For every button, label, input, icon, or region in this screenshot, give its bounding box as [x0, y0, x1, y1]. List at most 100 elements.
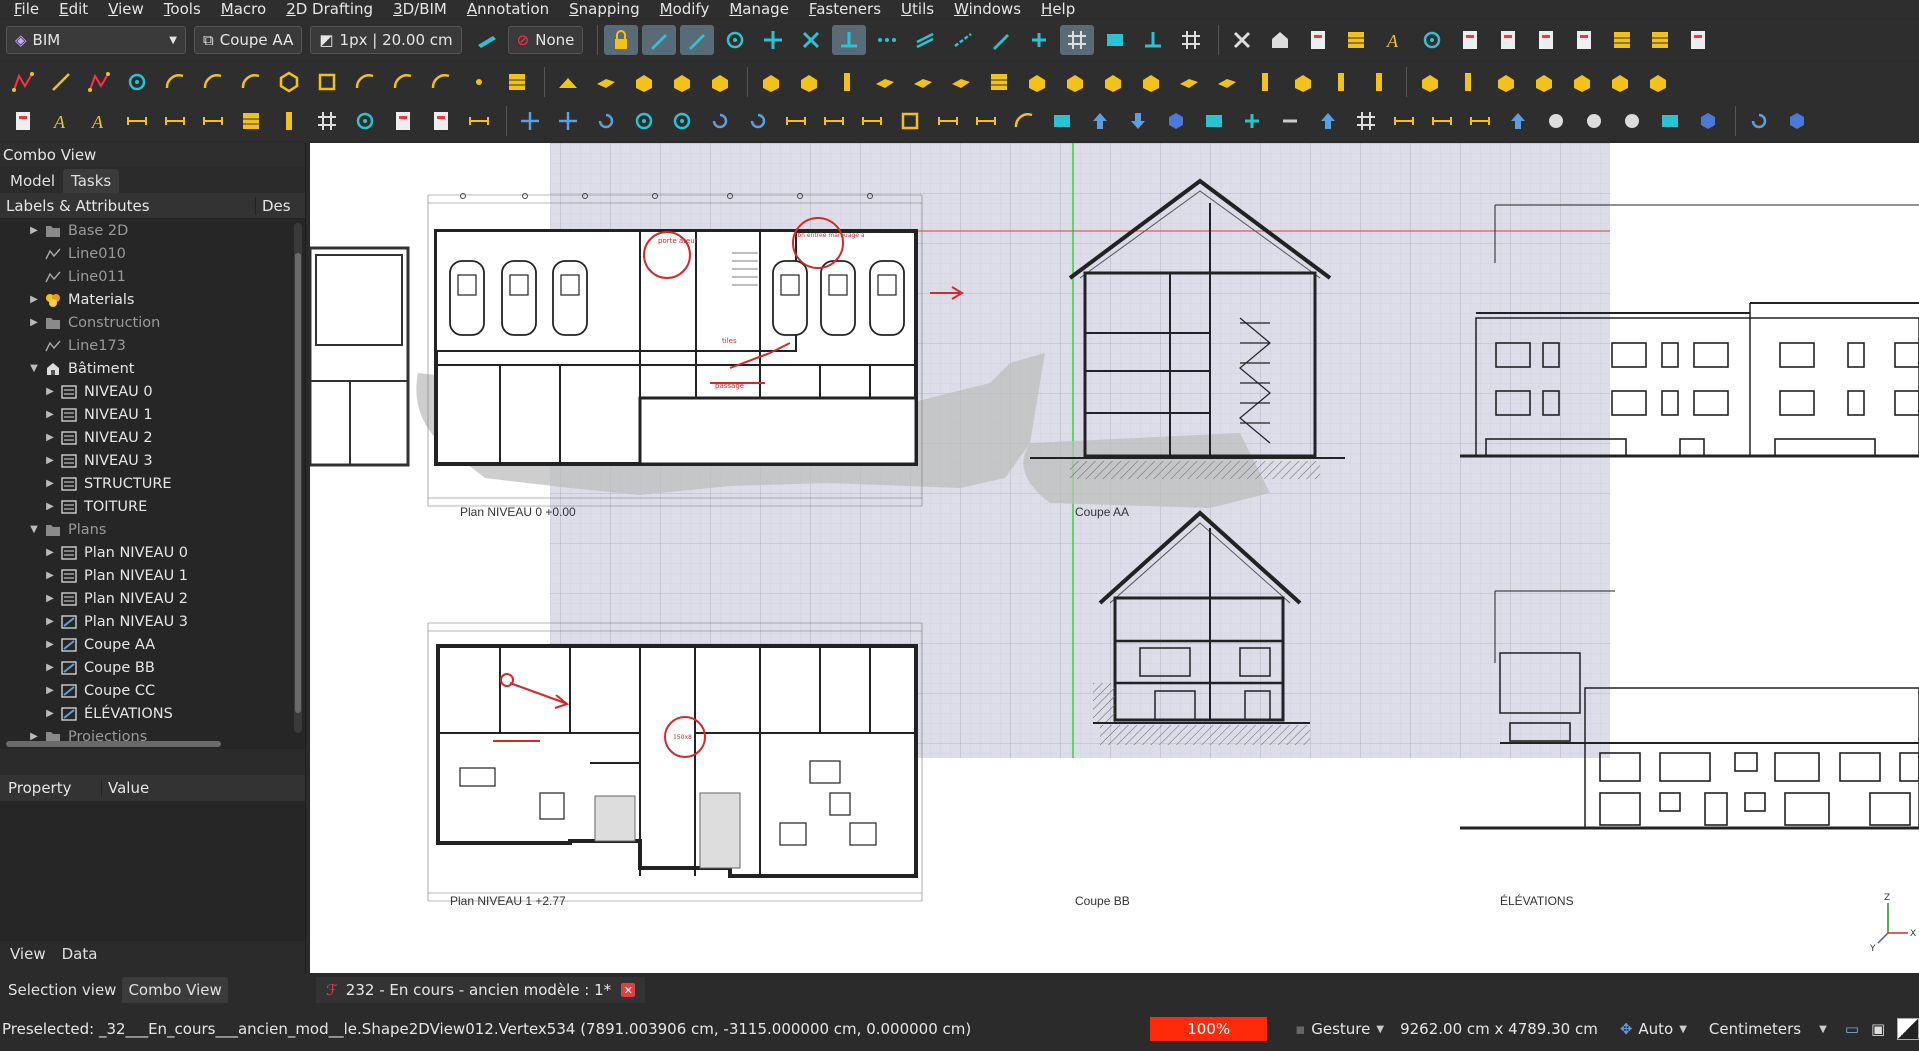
snap-doc-button[interactable]	[1681, 25, 1715, 55]
3d-viewport[interactable]: porte ateur tbn entrée marquage à passag…	[310, 143, 1919, 973]
modify-ybar-button[interactable]	[234, 106, 268, 136]
draft-col-button[interactable]	[1248, 67, 1282, 97]
snap-ybar-button[interactable]	[1339, 25, 1373, 55]
draft-ybar-button[interactable]	[982, 67, 1016, 97]
units-selector[interactable]: Centimeters ▼	[1709, 1020, 1827, 1038]
expand-right-icon[interactable]: ▶	[44, 409, 56, 420]
tree-item[interactable]: ▶ Coupe BB	[0, 656, 305, 679]
menu-3d-bim[interactable]: 3D/BIM	[383, 0, 457, 18]
modify-grid-button[interactable]	[1349, 106, 1383, 136]
modify-circ-button[interactable]	[665, 106, 699, 136]
draft-slab-button[interactable]	[1172, 67, 1206, 97]
modify-dim-button[interactable]	[158, 106, 192, 136]
draft-col-button[interactable]	[830, 67, 864, 97]
snap-doc-button[interactable]	[1567, 25, 1601, 55]
snap-circ-button[interactable]	[1415, 25, 1449, 55]
expand-right-icon[interactable]: ▶	[44, 708, 56, 719]
modify-rotate-button[interactable]	[741, 106, 775, 136]
modify-arrowup-button[interactable]	[1083, 106, 1117, 136]
menu-fasteners[interactable]: Fasteners	[799, 0, 891, 18]
close-icon[interactable]: ✕	[621, 983, 636, 997]
value-column[interactable]: Value	[102, 779, 149, 797]
draft-col-button[interactable]	[1451, 67, 1485, 97]
tree-item[interactable]: ▶ TOITURE	[0, 495, 305, 518]
menu-snapping[interactable]: Snapping	[559, 0, 649, 18]
expand-down-icon[interactable]: ▼	[28, 524, 40, 535]
modify-dim-button[interactable]	[817, 106, 851, 136]
modify-plus-button[interactable]	[1235, 106, 1269, 136]
tree-item[interactable]: ▶ NIVEAU 2	[0, 426, 305, 449]
modify-col-button[interactable]	[272, 106, 306, 136]
tree-item[interactable]: ▶ NIVEAU 0	[0, 380, 305, 403]
modify-move-button[interactable]	[551, 106, 585, 136]
modify-cube-button[interactable]	[1780, 106, 1814, 136]
snap-grid-button[interactable]	[1174, 25, 1208, 55]
tree-item[interactable]: ▶ Coupe AA	[0, 633, 305, 656]
tree-header-description[interactable]: Des	[256, 197, 291, 215]
modify-minus-button[interactable]	[1273, 106, 1307, 136]
tree-item[interactable]: ▶ Coupe CC	[0, 679, 305, 702]
tree-item[interactable]: ▶ STRUCTURE	[0, 472, 305, 495]
draft-block-button[interactable]	[1413, 67, 1447, 97]
snap-para-button[interactable]	[908, 25, 942, 55]
expand-right-icon[interactable]: ▶	[44, 478, 56, 489]
tree-item[interactable]: Line011	[0, 265, 305, 288]
line-style-button[interactable]: ◩ 1px | 20.00 cm	[310, 26, 462, 54]
expand-right-icon[interactable]: ▶	[44, 685, 56, 696]
snap-pen-button[interactable]	[680, 25, 715, 55]
modify-sphere-button[interactable]	[1539, 106, 1573, 136]
modify-arrowdown-button[interactable]	[1121, 106, 1155, 136]
snap-ybar-button[interactable]	[1605, 25, 1639, 55]
draft-block-button[interactable]	[1527, 67, 1561, 97]
snap-dots-button[interactable]	[870, 25, 904, 55]
snap-house-button[interactable]	[1263, 25, 1297, 55]
modify-dim-button[interactable]	[855, 106, 889, 136]
snap-pen-button[interactable]	[642, 25, 677, 55]
modify-move-button[interactable]	[513, 106, 547, 136]
modify-dim-button[interactable]	[120, 106, 154, 136]
draft-block-button[interactable]	[1603, 67, 1637, 97]
tree-vertical-scrollbar[interactable]	[294, 223, 302, 733]
expand-right-icon[interactable]: ▶	[44, 616, 56, 627]
expand-right-icon[interactable]: ▶	[44, 386, 56, 397]
menu-file[interactable]: File	[4, 0, 49, 18]
snap-doc-button[interactable]	[1453, 25, 1487, 55]
tree-item[interactable]: Line010	[0, 242, 305, 265]
draft-block-button[interactable]	[627, 67, 661, 97]
modify-dim-button[interactable]	[1463, 106, 1497, 136]
modify-dim-button[interactable]	[969, 106, 1003, 136]
menu-view[interactable]: View	[98, 0, 154, 18]
snap-grid-button[interactable]	[1060, 25, 1095, 55]
snap-pen-button[interactable]	[984, 25, 1018, 55]
draft-circ-button[interactable]	[120, 67, 154, 97]
draft-block-button[interactable]	[1058, 67, 1092, 97]
snap-perp-button[interactable]	[832, 25, 867, 55]
draft-col-button[interactable]	[1362, 67, 1396, 97]
tree-item[interactable]: ▶Annotations 15.07.2021	[0, 748, 305, 749]
tree-item[interactable]: ▼ Plans	[0, 518, 305, 541]
tree-item[interactable]: ▶ Plan NIVEAU 0	[0, 541, 305, 564]
snap-lock-button[interactable]	[604, 25, 639, 55]
snap-ext-button[interactable]	[946, 25, 980, 55]
style-toggle-icon[interactable]	[1897, 1018, 1919, 1040]
draft-ybar-button[interactable]	[500, 67, 534, 97]
draft-slab-button[interactable]	[1210, 67, 1244, 97]
menu-manage[interactable]: Manage	[719, 0, 799, 18]
modify-dim-button[interactable]	[931, 106, 965, 136]
menu-tools[interactable]: Tools	[154, 0, 211, 18]
draft-arc-button[interactable]	[196, 67, 230, 97]
draft-arc-button[interactable]	[158, 67, 192, 97]
menu-annotation[interactable]: Annotation	[457, 0, 559, 18]
snap-box-button[interactable]	[1098, 25, 1132, 55]
expand-right-icon[interactable]: ▶	[44, 547, 56, 558]
draft-slab-button[interactable]	[868, 67, 902, 97]
draft-slab-button[interactable]	[589, 67, 623, 97]
tree-item[interactable]: ▶ Base 2D	[0, 219, 305, 242]
tree-header-labels[interactable]: Labels & Attributes	[0, 196, 256, 215]
modify-box-button[interactable]	[1653, 106, 1687, 136]
draft-block-button[interactable]	[792, 67, 826, 97]
tree-horizontal-scrollbar[interactable]	[6, 741, 221, 747]
tab-tasks[interactable]: Tasks	[63, 169, 120, 193]
tree-item[interactable]: ▶ Plan NIVEAU 1	[0, 564, 305, 587]
draft-block-button[interactable]	[1565, 67, 1599, 97]
